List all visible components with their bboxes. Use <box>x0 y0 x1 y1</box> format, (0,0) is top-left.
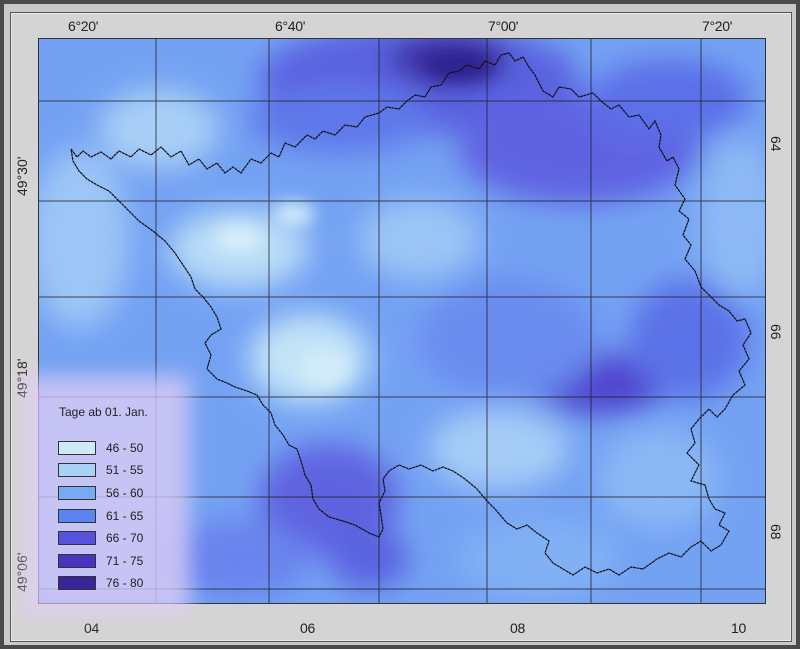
legend-label: 46 - 50 <box>106 441 144 455</box>
longitude-label: 6°20' <box>68 18 99 34</box>
grid-label-bottom: 06 <box>300 620 315 636</box>
longitude-label: 7°00' <box>488 18 519 34</box>
legend-label: 56 - 60 <box>106 486 144 500</box>
legend-swatch <box>58 463 96 477</box>
legend-label: 66 - 70 <box>106 531 144 545</box>
grid-label-bottom: 10 <box>731 620 746 636</box>
legend-swatch <box>58 554 96 568</box>
longitude-label: 7°20' <box>702 18 733 34</box>
latitude-label: 49°30' <box>14 156 30 196</box>
legend-swatch <box>58 531 96 545</box>
legend-label: 61 - 65 <box>106 509 144 523</box>
grid-label-bottom: 04 <box>84 620 99 636</box>
legend-label: 51 - 55 <box>106 463 144 477</box>
legend-swatch <box>58 576 96 590</box>
legend-label: 76 - 80 <box>106 576 144 590</box>
grid-label-right: 64 <box>768 136 784 152</box>
legend-label: 71 - 75 <box>106 554 144 568</box>
legend-title: Tage ab 01. Jan. <box>59 405 148 419</box>
longitude-label: 6°40' <box>275 18 306 34</box>
legend-swatch <box>58 486 96 500</box>
grid-label-right: 66 <box>768 324 784 340</box>
legend-swatch <box>58 509 96 523</box>
grid-label-bottom: 08 <box>510 620 525 636</box>
grid-label-right: 68 <box>768 524 784 540</box>
legend-swatch <box>58 441 96 455</box>
